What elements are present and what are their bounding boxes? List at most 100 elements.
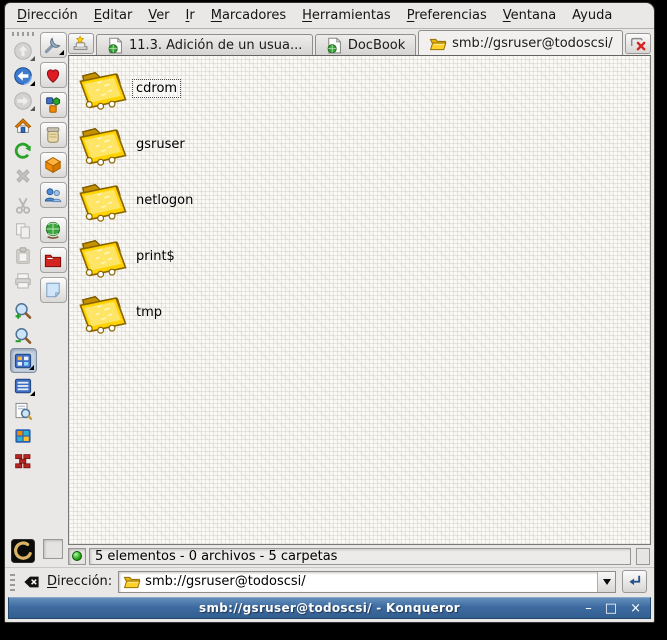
menu-herramientas[interactable]: Herramientas (302, 8, 391, 23)
main-area: 11.3. Adición de un usua... DocBook smb://… (5, 29, 654, 567)
list-view-button[interactable] (10, 373, 37, 398)
stop-button[interactable] (10, 163, 37, 188)
tab-1[interactable]: 11.3. Adición de un usua... (96, 34, 313, 55)
window-controls: – □ × (585, 598, 641, 618)
zoom-out-button[interactable] (10, 323, 37, 348)
folder-open-large-icon (75, 121, 129, 168)
menu-direcci-n[interactable]: Dirección (17, 8, 78, 23)
extra-toolbar (38, 29, 68, 567)
cut-button[interactable] (10, 193, 37, 218)
location-input[interactable] (145, 574, 593, 589)
menu-ir[interactable]: Ir (186, 8, 195, 23)
paste-icon (13, 246, 33, 266)
menu-ver[interactable]: Ver (148, 8, 169, 23)
tab-2[interactable]: DocBook (315, 34, 416, 55)
tab-label: smb://gsruser@todoscsi/ (452, 36, 613, 51)
folder-open-large-icon (75, 289, 129, 336)
bookmarks-button[interactable] (40, 62, 67, 88)
file-item-cdrom[interactable]: cdrom (75, 65, 181, 112)
forward-button[interactable] (10, 88, 37, 113)
close-tab-button[interactable] (625, 33, 651, 54)
status-text: 5 elementos - 0 archivos - 5 carpetas (89, 548, 631, 565)
back-button[interactable] (10, 63, 37, 88)
file-item-tmp[interactable]: tmp (75, 289, 166, 336)
paste-button[interactable] (10, 243, 37, 268)
folder-open-large-icon (75, 65, 129, 112)
menu-ventana[interactable]: Ventana (503, 8, 556, 23)
icon-view-button[interactable] (10, 348, 37, 373)
tile-view-button[interactable] (10, 423, 37, 448)
archive-button[interactable] (40, 122, 67, 148)
package-button[interactable] (40, 152, 67, 178)
red-folder-icon (43, 250, 63, 270)
users-button[interactable] (40, 182, 67, 208)
file-item-gsruser[interactable]: gsruser (75, 121, 189, 168)
network-button[interactable] (40, 217, 67, 243)
print-button[interactable] (10, 268, 37, 293)
toolbar-drag-handle[interactable] (12, 32, 34, 36)
settings-button[interactable] (40, 32, 67, 58)
copy-button[interactable] (10, 218, 37, 243)
konqueror-throbber-icon (10, 538, 37, 563)
location-toolbar-handle[interactable] (10, 573, 15, 591)
close-button[interactable]: × (630, 602, 641, 615)
brick-view-icon (13, 451, 33, 471)
heart-icon (43, 65, 63, 85)
folder-open-large-icon (75, 177, 129, 224)
notes-button[interactable] (40, 277, 67, 303)
menu-preferencias[interactable]: Preferencias (407, 8, 487, 23)
folder-open-small-icon (429, 36, 447, 51)
go-button[interactable] (622, 570, 647, 593)
jar-icon (43, 125, 63, 145)
vertical-toolbars (8, 29, 68, 567)
up-button[interactable] (10, 38, 37, 63)
reload-icon (13, 141, 33, 161)
statusbar-resize-grip[interactable] (636, 548, 650, 565)
tab-3[interactable]: smb://gsruser@todoscsi/ (418, 30, 623, 55)
shared-folder-button[interactable] (40, 247, 67, 273)
file-label: tmp (132, 303, 166, 322)
throbber-icon (11, 539, 35, 563)
file-label: cdrom (132, 79, 181, 98)
window-titlebar[interactable]: smb://gsruser@todoscsi/ - Konqueror – □ … (8, 597, 651, 619)
file-label: netlogon (132, 191, 197, 210)
zoom-in-button[interactable] (10, 298, 37, 323)
preview-icon (13, 401, 33, 421)
location-dropdown-button[interactable] (597, 572, 615, 592)
back-arrow-icon (13, 66, 33, 86)
file-view[interactable]: cdrom gsruser netlogon print$ tmp (68, 55, 651, 545)
folder-open-large-icon (75, 233, 129, 280)
wrench-icon (43, 35, 63, 55)
components-button[interactable] (40, 92, 67, 118)
zoom-out-icon (13, 326, 33, 346)
main-toolbar (8, 29, 38, 567)
zoom-in-icon (13, 301, 33, 321)
minimize-button[interactable]: – (585, 602, 592, 615)
close-tab-icon (630, 35, 647, 52)
file-label: gsruser (132, 135, 189, 154)
home-button[interactable] (10, 113, 37, 138)
location-label: Dirección: (47, 574, 112, 589)
menu-marcadores[interactable]: Marcadores (211, 8, 286, 23)
location-combobox (118, 571, 616, 593)
forward-arrow-icon (13, 91, 33, 111)
reload-button[interactable] (10, 138, 37, 163)
browser-content: 11.3. Adición de un usua... DocBook smb://… (68, 29, 651, 567)
note-icon (43, 280, 63, 300)
menu-ayuda[interactable]: Ayuda (572, 8, 612, 23)
file-item-print$[interactable]: print$ (75, 233, 179, 280)
package-icon (43, 155, 63, 175)
menu-editar[interactable]: Editar (94, 8, 133, 23)
new-tab-icon (72, 35, 89, 52)
cut-icon (13, 196, 33, 216)
clear-location-button[interactable] (21, 572, 41, 591)
status-led-box (68, 548, 86, 565)
new-tab-button[interactable] (68, 33, 94, 54)
maximize-button[interactable]: □ (605, 602, 617, 615)
tab-label: DocBook (348, 38, 405, 53)
brick-view-button[interactable] (10, 448, 37, 473)
window-title: smb://gsruser@todoscsi/ - Konqueror (9, 601, 650, 615)
clear-location-icon (23, 575, 40, 589)
file-item-netlogon[interactable]: netlogon (75, 177, 197, 224)
preview-view-button[interactable] (10, 398, 37, 423)
